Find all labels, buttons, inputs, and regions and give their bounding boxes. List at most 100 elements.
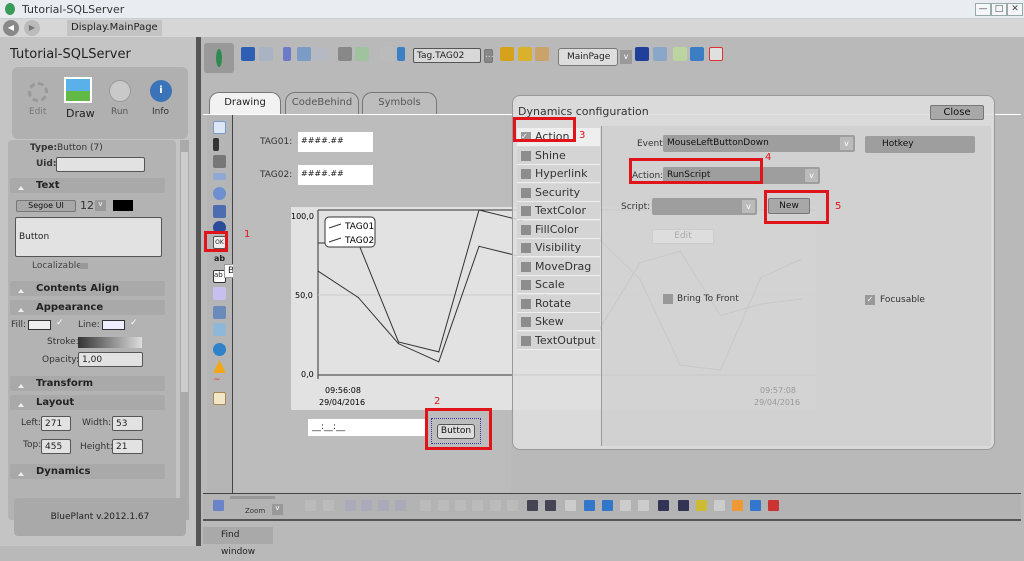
distribute-v-icon[interactable] — [638, 500, 649, 511]
top-input[interactable]: 455 — [41, 439, 71, 454]
checkbox[interactable] — [521, 187, 531, 198]
align-top-icon[interactable] — [472, 500, 483, 511]
flip-icon[interactable] — [658, 500, 669, 511]
dynamic-item-scale[interactable]: Scale — [517, 276, 600, 294]
close-button[interactable]: Close — [930, 105, 984, 120]
minimize-button[interactable]: — — [975, 3, 991, 16]
align-center-icon[interactable] — [438, 500, 449, 511]
text-section-header[interactable]: Text — [10, 178, 165, 193]
tab-symbols[interactable]: Symbols — [362, 92, 437, 114]
same-width-icon[interactable] — [584, 500, 595, 511]
checkbox[interactable] — [521, 224, 531, 235]
undo-icon[interactable] — [241, 47, 255, 61]
opacity-input[interactable]: 1,00 — [78, 352, 143, 367]
paste-icon[interactable] — [313, 47, 327, 61]
breadcrumb[interactable]: Display.MainPage — [67, 20, 162, 36]
overlap-1-icon[interactable] — [527, 500, 538, 511]
tab-drawing[interactable]: Drawing — [209, 92, 281, 114]
bring-forward-icon[interactable] — [345, 500, 356, 511]
mode-edit[interactable]: Edit — [29, 107, 46, 117]
link-icon[interactable] — [283, 47, 291, 61]
transform-header[interactable]: Transform — [10, 376, 165, 391]
dynamic-item-textoutput[interactable]: TextOutput — [517, 331, 600, 350]
checkbox[interactable] — [521, 317, 531, 327]
text-value-input[interactable]: Button — [15, 217, 162, 257]
find-icon[interactable] — [380, 47, 394, 61]
zoom-dropdown[interactable]: v — [272, 504, 283, 515]
left-input[interactable]: 271 — [41, 416, 71, 431]
grid-icon[interactable] — [213, 500, 224, 511]
send-back-icon[interactable] — [395, 500, 406, 511]
new-page-icon[interactable] — [673, 47, 687, 61]
mode-run[interactable]: Run — [111, 107, 128, 117]
select-arrow-icon[interactable] — [213, 121, 226, 134]
tab-codebehind[interactable]: CodeBehind — [285, 92, 359, 114]
lock-icon[interactable] — [696, 500, 707, 511]
checkbox[interactable] — [521, 280, 531, 290]
checkbox[interactable] — [521, 150, 531, 161]
dynamic-item-skew[interactable]: Skew — [517, 313, 600, 331]
overlap-2-icon[interactable] — [545, 500, 556, 511]
play-icon[interactable] — [109, 80, 131, 102]
rectangle-icon[interactable] — [213, 173, 226, 180]
print-icon[interactable] — [338, 47, 352, 61]
checkbox[interactable] — [521, 335, 531, 346]
polygon-icon[interactable] — [213, 205, 226, 218]
chevron-down-icon[interactable]: v — [95, 200, 106, 211]
save-all-icon[interactable] — [653, 47, 667, 61]
dynamic-item-rotate[interactable]: Rotate — [517, 294, 600, 313]
dynamic-item-visibility[interactable]: Visibility — [517, 239, 600, 257]
image-tool-icon[interactable] — [213, 323, 226, 336]
pointer-icon[interactable] — [213, 138, 219, 151]
tag01-value[interactable]: ####.## — [298, 132, 373, 152]
pipe-tool-icon[interactable] — [213, 306, 226, 319]
event-select[interactable]: MouseLeftButtonDown v — [663, 135, 855, 152]
ungroup-icon[interactable] — [323, 500, 334, 511]
script-select[interactable]: v — [652, 198, 757, 215]
unlock-icon[interactable] — [714, 500, 725, 511]
align-left-icon[interactable] — [420, 500, 431, 511]
globe-icon[interactable] — [213, 343, 226, 356]
close-window-button[interactable]: ✕ — [1007, 3, 1023, 16]
bring-front-icon[interactable] — [378, 500, 389, 511]
properties-scrollbar[interactable] — [180, 140, 189, 520]
eye-icon[interactable] — [750, 500, 761, 511]
tag-browse-button[interactable]: ... — [484, 49, 494, 63]
dynamic-item-textcolor[interactable]: TextColor — [517, 202, 600, 220]
fill-check-icon[interactable]: ✓ — [56, 318, 64, 328]
ellipse-icon[interactable] — [213, 187, 226, 200]
grid-tool-icon[interactable] — [213, 287, 226, 300]
align-middle-icon[interactable] — [490, 500, 501, 511]
align-bottom-icon[interactable] — [507, 500, 518, 511]
tag-tool-1-icon[interactable] — [500, 47, 514, 61]
monitor-icon[interactable] — [690, 47, 704, 61]
checkbox[interactable] — [521, 206, 531, 216]
font-color-swatch[interactable] — [113, 200, 133, 211]
dynamic-item-shine[interactable]: Shine — [517, 146, 600, 165]
dynamic-item-movedrag[interactable]: MoveDrag — [517, 257, 600, 276]
save-icon[interactable] — [635, 47, 649, 61]
mode-info[interactable]: Info — [152, 107, 169, 117]
send-backward-icon[interactable] — [361, 500, 372, 511]
panel-splitter[interactable] — [196, 37, 201, 546]
checkbox[interactable] — [521, 243, 531, 253]
tag-input[interactable]: Tag.TAG02 — [413, 48, 481, 63]
dynamic-item-fillcolor[interactable]: FillColor — [517, 220, 600, 239]
checkbox[interactable] — [521, 169, 531, 179]
trend-tool-icon[interactable]: ~ — [213, 375, 226, 388]
hide-icon[interactable] — [768, 500, 779, 511]
back-button[interactable]: ◀ — [3, 20, 19, 36]
line-swatch[interactable] — [102, 320, 125, 330]
dynamic-item-hyperlink[interactable]: Hyperlink — [517, 165, 600, 183]
search-icon[interactable] — [397, 47, 405, 61]
width-input[interactable]: 53 — [112, 416, 143, 431]
uid-input[interactable] — [56, 157, 145, 172]
hourglass-icon[interactable] — [678, 500, 689, 511]
info-icon[interactable]: i — [150, 80, 172, 102]
stroke-selector[interactable] — [78, 337, 142, 348]
line-check-icon[interactable]: ✓ — [130, 318, 138, 328]
bring-to-front-checkbox[interactable] — [663, 294, 673, 304]
table-tool-icon[interactable] — [213, 392, 226, 405]
checkbox[interactable] — [521, 298, 531, 309]
localizable-checkbox[interactable] — [80, 263, 88, 269]
